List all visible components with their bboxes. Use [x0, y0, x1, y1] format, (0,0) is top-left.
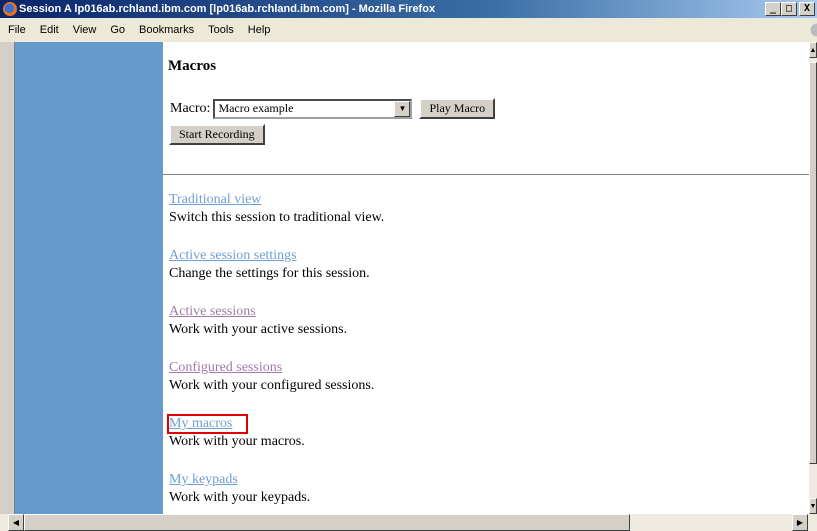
active-sessions-link[interactable]: Active sessions [169, 304, 256, 320]
menu-bookmarks[interactable]: Bookmarks [139, 24, 194, 36]
macro-label: Macro: [170, 100, 211, 116]
divider [163, 174, 809, 176]
menu-view[interactable]: View [73, 24, 97, 36]
start-recording-button[interactable]: Start Recording [169, 124, 265, 145]
link-description: Switch this session to traditional view. [169, 210, 385, 225]
sidebar [15, 42, 163, 514]
close-button[interactable]: X [799, 2, 815, 16]
macro-select-value: Macro example [218, 101, 294, 115]
scroll-thumb[interactable] [809, 62, 817, 464]
configured-sessions-link[interactable]: Configured sessions [169, 360, 282, 376]
dropdown-arrow-icon[interactable]: ▼ [394, 100, 411, 117]
macro-select[interactable]: Macro example ▼ [213, 98, 413, 119]
menu-help[interactable]: Help [248, 24, 271, 36]
play-macro-button[interactable]: Play Macro [419, 98, 496, 119]
minimize-button[interactable]: _ [765, 2, 781, 16]
link-description: Change the settings for this session. [169, 266, 370, 281]
link-description: Work with your keypads. [169, 490, 311, 505]
list-item: Traditional view Switch this session to … [169, 192, 384, 226]
main-panel: Macros Macro: Macro example ▼ Play Macro… [163, 42, 809, 514]
link-description: Work with your configured sessions. [169, 378, 375, 393]
active-session-settings-link[interactable]: Active session settings [169, 248, 297, 264]
page-title: Macros [168, 58, 217, 74]
menu-edit[interactable]: Edit [40, 24, 59, 36]
page-content: Macros Macro: Macro example ▼ Play Macro… [14, 42, 809, 514]
scroll-up-icon[interactable]: ▲ [809, 42, 817, 58]
link-description: Work with your macros. [169, 434, 305, 449]
title-bar: Session A lp016ab.rchland.ibm.com [lp016… [0, 0, 817, 18]
scroll-thumb-horizontal[interactable] [24, 514, 630, 531]
traditional-view-link[interactable]: Traditional view [169, 192, 261, 208]
my-macros-link[interactable]: My macros [166, 414, 249, 434]
list-item: My macros Work with your macros. [166, 414, 305, 450]
firefox-icon [3, 2, 17, 16]
window-title: Session A lp016ab.rchland.ibm.com [lp016… [19, 3, 436, 15]
menu-go[interactable]: Go [110, 24, 125, 36]
link-description: Work with your active sessions. [169, 322, 348, 337]
scroll-left-icon[interactable]: ◀ [8, 514, 24, 531]
my-keypads-link[interactable]: My keypads [169, 472, 238, 488]
menu-tools[interactable]: Tools [208, 24, 234, 36]
scroll-down-icon[interactable]: ▼ [809, 498, 817, 514]
list-item: Active session settings Change the setti… [169, 248, 370, 282]
macro-row: Macro: Macro example ▼ Play Macro [170, 98, 496, 119]
scroll-right-icon[interactable]: ▶ [792, 514, 808, 531]
maximize-button[interactable]: □ [781, 2, 797, 16]
list-item: Active sessions Work with your active se… [169, 304, 347, 338]
window-controls: _ □ X [765, 2, 815, 16]
vertical-scrollbar[interactable]: ▲ ▼ [809, 42, 817, 514]
throbber-icon [805, 22, 817, 38]
list-item: Configured sessions Work with your confi… [169, 360, 374, 394]
horizontal-scrollbar[interactable]: ◀ ▶ [0, 514, 817, 531]
menu-file[interactable]: File [8, 24, 26, 36]
menu-bar: File Edit View Go Bookmarks Tools Help [0, 18, 817, 42]
list-item: My keypads Work with your keypads. [169, 472, 310, 506]
